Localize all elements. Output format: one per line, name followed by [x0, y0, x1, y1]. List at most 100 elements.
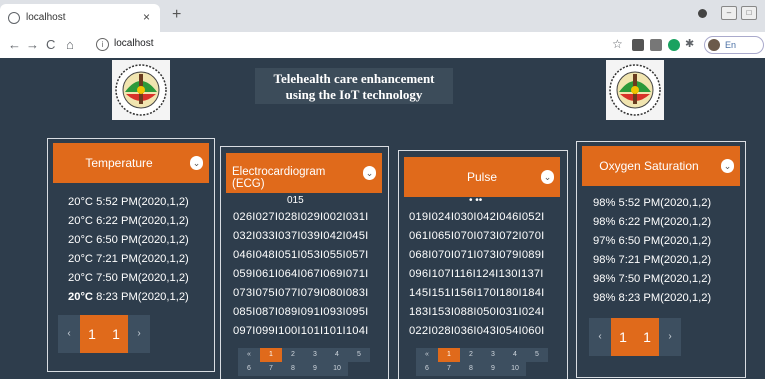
puzzle-icon[interactable]: ✱ [685, 37, 694, 50]
chevron-down-icon[interactable]: ⌄ [190, 156, 203, 170]
pager-page-button[interactable]: 8 [282, 362, 304, 376]
pulse-pager: « 1 2 3 4 5 6 7 8 9 10 [416, 348, 548, 376]
ecg-row: 032I033I037I039I042I045I [233, 230, 369, 242]
pager-page-button[interactable]: 7 [260, 362, 282, 376]
pulse-row: 019I024I030I042I046I052I [409, 211, 545, 223]
tab-title: localhost [26, 12, 66, 23]
pulse-row: 183I153I088I050I031I024I [409, 306, 545, 318]
title-line-1: Telehealth care enhancement [273, 71, 435, 86]
pager-page-button[interactable]: 10 [504, 362, 526, 376]
oxygen-readings: 98% 5:52 PM(2020,1,2) 98% 6:22 PM(2020,1… [593, 194, 711, 308]
oxygen-card-header[interactable]: Oxygen Saturation ⌄ [582, 146, 740, 186]
pager-page-button[interactable]: 3 [304, 348, 326, 362]
oxygen-card: Oxygen Saturation ⌄ 98% 5:52 PM(2020,1,2… [576, 141, 746, 378]
extension-icon[interactable] [632, 39, 644, 51]
pager-page-button[interactable]: 1 [438, 348, 460, 362]
university-logo [606, 60, 664, 120]
reading-row: 20°C 8:23 PM(2020,1,2) [68, 288, 189, 307]
pager-page-button[interactable]: 1 [104, 315, 128, 353]
extension-icon[interactable] [668, 39, 680, 51]
pager-page-button[interactable]: 1 [260, 348, 282, 362]
pager-page-button[interactable]: 10 [326, 362, 348, 376]
ecg-row: 097I099I100I101I101I104I [233, 325, 369, 337]
pager-page-button[interactable]: 9 [304, 362, 326, 376]
pulse-card-header[interactable]: Pulse ⌄ [404, 157, 560, 197]
pager-page-button[interactable]: 4 [504, 348, 526, 362]
extension-icon[interactable] [650, 39, 662, 51]
pager-prev-button[interactable]: ‹ [589, 318, 611, 356]
reading-row: 98% 6:22 PM(2020,1,2) [593, 216, 712, 228]
pager-page-button[interactable]: 6 [238, 362, 260, 376]
reading-row: 98% 8:23 PM(2020,1,2) [593, 292, 712, 304]
oxygen-title: Oxygen Saturation [599, 159, 699, 173]
reading-row: 98% 7:50 PM(2020,1,2) [593, 273, 712, 285]
temperature-title: Temperature [85, 156, 153, 170]
record-icon [698, 8, 707, 18]
ecg-row: 073I075I077I079I080I083I [233, 287, 369, 299]
pulse-row: 061I065I070I073I072I070I [409, 230, 545, 242]
new-tab-button[interactable]: + [172, 6, 181, 24]
pager-page-button[interactable]: 7 [438, 362, 460, 376]
reading-row: 20°C 7:21 PM(2020,1,2) [68, 253, 189, 265]
pager-first-button[interactable]: « [416, 348, 438, 362]
pager-prev-button[interactable]: ‹ [58, 315, 80, 353]
back-arrow-icon[interactable]: ← [8, 37, 21, 52]
ecg-row: 026I027I028I029I002I031I [233, 211, 369, 223]
pager-page-button[interactable]: 1 [80, 315, 104, 353]
dashboard-page: Telehealth care enhancement using the Io… [0, 58, 765, 379]
reading-row: 20°C 5:52 PM(2020,1,2) [68, 196, 189, 208]
forward-arrow-icon[interactable]: → [26, 37, 39, 52]
oxygen-pager: ‹ 1 1 › [589, 318, 681, 356]
pager-page-button[interactable]: 9 [482, 362, 504, 376]
maximize-button[interactable]: □ [741, 6, 757, 20]
pager-first-button[interactable]: « [238, 348, 260, 362]
pulse-card: Pulse ⌄ • •• 019I024I030I042I046I052I 06… [398, 150, 568, 379]
url-text: localhost [114, 38, 154, 49]
reload-icon[interactable]: C [46, 37, 55, 52]
pager-page-button[interactable]: 1 [635, 318, 659, 356]
pager-page-button[interactable]: 3 [482, 348, 504, 362]
pulse-row: 022I028I036I043I054I060I [409, 325, 545, 337]
reading-value-bold: 20°C [68, 291, 93, 303]
minimize-button[interactable]: – [721, 6, 737, 20]
window-controls: – □ [698, 6, 757, 20]
chevron-down-icon[interactable]: ⌄ [363, 166, 376, 180]
ecg-card: Electrocardiogram (ECG) ⌄ 015 026I027I02… [220, 146, 389, 379]
ecg-row: 085I087I089I091I093I095I [233, 306, 369, 318]
pager-page-button[interactable]: 5 [348, 348, 370, 362]
avatar [708, 39, 720, 51]
pager-page-button[interactable]: 2 [282, 348, 304, 362]
pulse-title: Pulse [466, 170, 498, 184]
pager-page-button[interactable]: 5 [526, 348, 548, 362]
reading-row: 97% 6:50 PM(2020,1,2) [593, 235, 712, 247]
home-icon[interactable]: ⌂ [66, 37, 74, 52]
chevron-down-icon[interactable]: ⌄ [541, 170, 554, 184]
bookmark-star-icon[interactable]: ☆ [612, 37, 623, 51]
pulse-readings: 019I024I030I042I046I052I 061I065I070I073… [409, 208, 544, 341]
pager-page-button[interactable]: 2 [460, 348, 482, 362]
browser-tab[interactable]: localhost × [0, 4, 160, 32]
pager-page-button[interactable]: 4 [326, 348, 348, 362]
reading-row: 98% 7:21 PM(2020,1,2) [593, 254, 712, 266]
title-line-2: using the IoT technology [285, 87, 423, 102]
pager-page-button[interactable]: 6 [416, 362, 438, 376]
pager-next-button[interactable]: › [128, 315, 150, 353]
pager-page-button[interactable]: 1 [611, 318, 635, 356]
reading-time: 8:23 PM(2020,1,2) [93, 291, 189, 303]
ecg-row: 046I048I051I053I055I057I [233, 249, 369, 261]
temperature-readings: 20°C 5:52 PM(2020,1,2) 20°C 6:22 PM(2020… [68, 193, 189, 307]
pager-next-button[interactable]: › [659, 318, 681, 356]
temperature-card: Temperature ⌄ 20°C 5:52 PM(2020,1,2) 20°… [47, 138, 215, 372]
ecg-card-header[interactable]: Electrocardiogram (ECG) ⌄ [226, 153, 382, 193]
chevron-down-icon[interactable]: ⌄ [721, 159, 734, 173]
ecg-row: 059I061I064I067I069I071I [233, 268, 369, 280]
url-field[interactable]: i localhost [96, 36, 626, 54]
pulse-partial-text: • •• [469, 195, 483, 206]
tab-close-button[interactable]: × [143, 10, 150, 24]
pager-page-button[interactable]: 8 [460, 362, 482, 376]
temperature-card-header[interactable]: Temperature ⌄ [53, 143, 209, 183]
pulse-row: 068I070I071I073I079I089I [409, 249, 545, 261]
info-icon[interactable]: i [96, 38, 109, 51]
reading-row: 20°C 6:50 PM(2020,1,2) [68, 234, 189, 246]
profile-button[interactable]: En pause [704, 36, 764, 66]
